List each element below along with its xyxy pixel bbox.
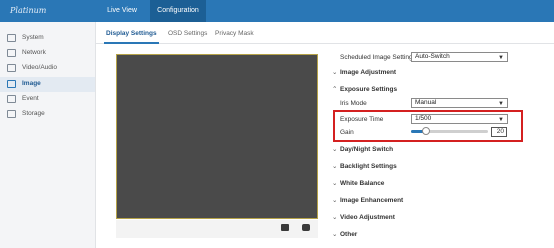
chevron-down-icon: ⌄	[332, 69, 338, 76]
section-other[interactable]: ⌄ Other	[332, 230, 357, 238]
section-video-adjustment[interactable]: ⌄ Video Adjustment	[332, 213, 395, 221]
sidebar-item-label: Storage	[22, 110, 45, 117]
section-backlight-settings[interactable]: ⌄ Backlight Settings	[332, 162, 397, 170]
brand-logo: Platinum	[10, 6, 47, 15]
chevron-down-icon: ⌄	[332, 231, 338, 238]
section-day-night-switch[interactable]: ⌄ Day/Night Switch	[332, 145, 393, 153]
section-label: Other	[340, 231, 358, 238]
chevron-down-icon: ⌄	[332, 180, 338, 187]
sidebar-item-label: Network	[22, 49, 46, 56]
top-bar: Platinum Live View Configuration	[0, 0, 554, 22]
highlight-box	[333, 110, 523, 142]
video-preview	[116, 54, 318, 219]
tab-display-settings[interactable]: Display Settings	[106, 30, 157, 37]
sidebar-item-storage[interactable]: Storage	[0, 107, 95, 122]
capture-icon[interactable]	[281, 224, 289, 231]
section-image-adjustment[interactable]: ⌄ Image Adjustment	[332, 68, 396, 76]
sidebar-item-system[interactable]: System	[0, 31, 95, 46]
tab-osd-settings[interactable]: OSD Settings	[168, 30, 207, 37]
chevron-down-icon: ⌄	[332, 197, 338, 204]
active-tab-indicator	[104, 42, 159, 44]
section-label: Backlight Settings	[340, 163, 397, 170]
sidebar: System Network Video/Audio Image Event S…	[0, 22, 96, 248]
image-icon	[7, 80, 16, 88]
sidebar-item-label: Event	[22, 95, 39, 102]
sidebar-item-label: System	[22, 34, 44, 41]
section-label: Image Adjustment	[340, 69, 397, 76]
section-label: Image Enhancement	[340, 197, 404, 204]
sidebar-item-video-audio[interactable]: Video/Audio	[0, 61, 95, 76]
network-icon	[7, 49, 16, 57]
chevron-down-icon: ⌄	[332, 163, 338, 170]
sidebar-item-image[interactable]: Image	[0, 77, 95, 92]
nav-configuration[interactable]: Configuration	[150, 0, 206, 22]
system-icon	[7, 34, 16, 42]
camera-icon[interactable]	[302, 224, 310, 231]
section-exposure-settings[interactable]: ⌃ Exposure Settings	[332, 85, 397, 93]
iris-mode-select[interactable]: Manual ▼	[411, 98, 508, 108]
section-label: Exposure Settings	[340, 86, 398, 93]
section-image-enhancement[interactable]: ⌄ Image Enhancement	[332, 196, 403, 204]
sidebar-item-label: Video/Audio	[22, 64, 57, 71]
chevron-down-icon: ▼	[498, 101, 504, 107]
sidebar-item-event[interactable]: Event	[0, 92, 95, 107]
scheduled-image-settings-label: Scheduled Image Settings	[340, 54, 416, 61]
nav-live-view[interactable]: Live View	[96, 0, 148, 22]
storage-icon	[7, 110, 16, 118]
chevron-down-icon: ▼	[498, 55, 504, 61]
scheduled-image-settings-select[interactable]: Auto-Switch ▼	[411, 52, 508, 62]
section-label: Day/Night Switch	[340, 146, 394, 153]
sidebar-item-network[interactable]: Network	[0, 46, 95, 61]
chevron-down-icon: ⌄	[332, 214, 338, 221]
section-label: White Balance	[340, 180, 385, 187]
preview-toolbar	[116, 220, 318, 238]
chevron-down-icon: ⌄	[332, 146, 338, 153]
iris-mode-label: Iris Mode	[340, 100, 367, 107]
tab-privacy-mask[interactable]: Privacy Mask	[215, 30, 254, 37]
section-label: Video Adjustment	[340, 214, 395, 221]
tab-bar: Display Settings OSD Settings Privacy Ma…	[96, 22, 554, 44]
sidebar-item-label: Image	[22, 80, 41, 87]
section-white-balance[interactable]: ⌄ White Balance	[332, 179, 384, 187]
video-audio-icon	[7, 64, 16, 72]
select-value: Manual	[415, 99, 437, 106]
event-icon	[7, 95, 16, 103]
select-value: Auto-Switch	[415, 53, 450, 60]
chevron-up-icon: ⌃	[332, 86, 338, 93]
